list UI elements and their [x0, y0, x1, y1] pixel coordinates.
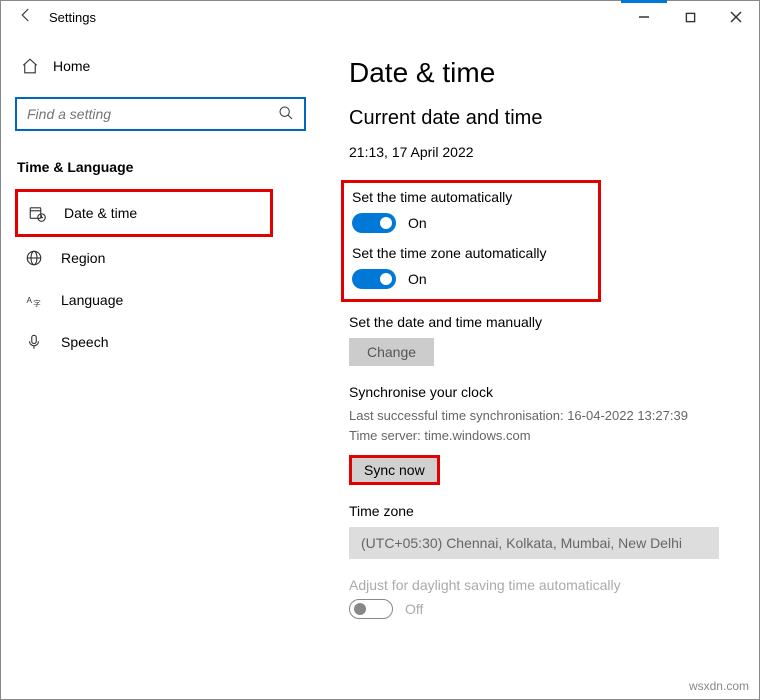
home-label: Home: [53, 58, 90, 74]
home-nav[interactable]: Home: [15, 49, 306, 83]
dst-state: Off: [405, 601, 423, 617]
tz-section: Time zone (UTC+05:30) Chennai, Kolkata, …: [349, 503, 731, 559]
calendar-clock-icon: [28, 204, 46, 222]
auto-settings-highlight: Set the time automatically On Set the ti…: [341, 180, 601, 302]
nav-label: Language: [61, 292, 123, 308]
dst-label: Adjust for daylight saving time automati…: [349, 577, 731, 593]
page-heading: Date & time: [349, 57, 731, 89]
close-button[interactable]: [713, 1, 759, 33]
home-icon: [21, 57, 39, 75]
settings-window: Settings Home: [0, 0, 760, 700]
back-button[interactable]: [11, 6, 41, 29]
nav-language[interactable]: A字 Language: [15, 279, 306, 321]
auto-tz-toggle[interactable]: [352, 269, 396, 289]
auto-time-state: On: [408, 215, 427, 231]
current-datetime: 21:13, 17 April 2022: [349, 144, 731, 160]
auto-time-toggle[interactable]: [352, 213, 396, 233]
sidebar: Home Time & Language Date & time Reg: [1, 33, 321, 699]
sync-last: Last successful time synchronisation: 16…: [349, 406, 731, 426]
nav-label: Region: [61, 250, 105, 266]
auto-tz-state: On: [408, 271, 427, 287]
search-box[interactable]: [15, 97, 306, 131]
window-title: Settings: [49, 10, 96, 25]
titlebar: Settings: [1, 1, 759, 33]
tz-title: Time zone: [349, 503, 731, 519]
microphone-icon: [25, 333, 43, 351]
sync-section: Synchronise your clock Last successful t…: [349, 384, 731, 485]
search-input[interactable]: [27, 106, 278, 122]
auto-time-label: Set the time automatically: [352, 189, 584, 205]
nav-date-time[interactable]: Date & time: [15, 189, 273, 237]
page-subheading: Current date and time: [349, 107, 731, 130]
globe-icon: [25, 249, 43, 267]
nav-label: Date & time: [64, 205, 137, 221]
sync-now-button[interactable]: Sync now: [349, 455, 440, 485]
content-pane: Date & time Current date and time 21:13,…: [321, 33, 759, 699]
sync-title: Synchronise your clock: [349, 384, 731, 400]
search-icon: [278, 105, 294, 124]
nav-region[interactable]: Region: [15, 237, 306, 279]
svg-text:A: A: [27, 296, 33, 305]
tz-dropdown[interactable]: (UTC+05:30) Chennai, Kolkata, Mumbai, Ne…: [349, 527, 719, 559]
manual-section: Set the date and time manually Change: [349, 314, 731, 366]
sync-server: Time server: time.windows.com: [349, 426, 731, 446]
group-title: Time & Language: [15, 159, 306, 175]
maximize-button[interactable]: [667, 1, 713, 33]
window-controls: [621, 1, 759, 33]
minimize-button[interactable]: [621, 1, 667, 33]
auto-tz-label: Set the time zone automatically: [352, 245, 584, 261]
nav-label: Speech: [61, 334, 108, 350]
accent-strip: [621, 0, 667, 3]
body: Home Time & Language Date & time Reg: [1, 33, 759, 699]
svg-text:字: 字: [33, 298, 41, 308]
watermark: wsxdn.com: [689, 679, 749, 693]
dst-toggle: [349, 599, 393, 619]
nav-speech[interactable]: Speech: [15, 321, 306, 363]
change-button[interactable]: Change: [349, 338, 434, 366]
manual-label: Set the date and time manually: [349, 314, 731, 330]
language-icon: A字: [25, 291, 43, 309]
